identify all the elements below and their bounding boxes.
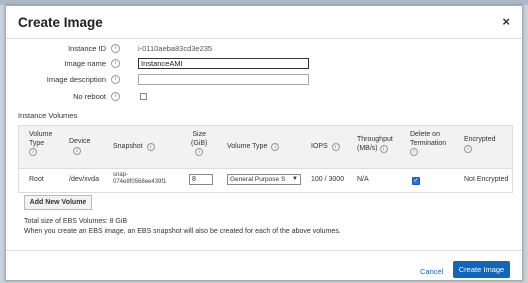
volume-type-select[interactable]: General Purpose S ▼	[227, 174, 301, 185]
cancel-button[interactable]: Cancel	[420, 267, 443, 276]
col-encrypted-label: Encrypted	[464, 136, 496, 143]
image-name-input[interactable]	[138, 58, 309, 69]
chevron-down-icon: ▼	[292, 176, 298, 182]
col-volume-type-line1: Volume	[29, 131, 53, 138]
cell-snapshot: snap- 074e8f0568ee439f1	[113, 172, 166, 186]
col-size: Size (GiB) i	[191, 131, 207, 157]
total-size-note: Total size of EBS Volumes: 8 GiB	[24, 218, 128, 225]
col-iops: IOPS i	[311, 143, 340, 152]
dialog-title: Create Image	[18, 15, 103, 30]
image-description-label: Image description	[46, 75, 106, 84]
add-new-volume-button[interactable]: Add New Volume	[24, 195, 92, 210]
no-reboot-row: No reboot i	[6, 92, 522, 104]
info-icon[interactable]: i	[73, 146, 81, 155]
size-input[interactable]: 8	[189, 174, 213, 185]
footer-divider	[6, 250, 522, 251]
image-name-row: Image name i	[6, 58, 522, 71]
no-reboot-checkbox[interactable]	[140, 93, 147, 100]
info-icon[interactable]: i	[379, 144, 388, 153]
col-size-line2: (GiB)	[191, 139, 208, 147]
cell-snapshot-line2: 074e8f0568ee439f1	[113, 179, 167, 185]
instance-id-value: i-0110aeba83cd3e235	[138, 44, 213, 53]
create-image-button[interactable]: Create Image	[453, 261, 510, 278]
cell-volume-type: Root	[29, 176, 44, 183]
col-delete-line1: Delete on	[410, 131, 440, 138]
col-size-line1: Size	[192, 131, 206, 138]
info-icon[interactable]: i	[111, 59, 120, 68]
image-name-label: Image name	[64, 59, 106, 68]
info-icon[interactable]: i	[146, 143, 155, 151]
info-icon[interactable]: i	[331, 143, 340, 151]
cell-device: /dev/xvda	[69, 176, 99, 183]
col-throughput-line1: Throughput	[357, 136, 393, 143]
col-throughput: Throughput (MB/s) i	[357, 136, 393, 153]
cell-snapshot-line1: snap-	[113, 172, 129, 178]
col-throughput-line2: (MB/s)	[357, 144, 378, 152]
create-image-dialog: Create Image × Instance ID i i-0110aeba8…	[5, 5, 523, 281]
delete-on-termination-checkbox[interactable]: ✓	[412, 177, 420, 185]
col-snapshot-label: Snapshot	[113, 143, 143, 150]
info-icon[interactable]: i	[271, 143, 280, 151]
info-icon[interactable]: i	[111, 75, 120, 84]
col-delete-line2: Termination	[410, 139, 447, 147]
instance-volumes-heading: Instance Volumes	[18, 111, 78, 120]
image-description-row: Image description i	[6, 74, 522, 87]
volume-type-select-value: General Purpose S	[230, 176, 286, 183]
col-device-label: Device	[69, 138, 91, 145]
instance-id-label: Instance ID	[68, 44, 106, 53]
col-delete-on-termination: Delete on Termination i	[410, 131, 446, 157]
col-device: Device i	[69, 138, 90, 155]
col-snapshot: Snapshot i	[113, 143, 155, 152]
col-volume-type-label: Volume Type	[227, 143, 268, 150]
table-header: Volume Type i Device i Snapshot i Size (…	[19, 126, 512, 169]
col-iops-label: IOPS	[311, 143, 328, 150]
info-icon[interactable]: i	[111, 44, 120, 53]
col-volume-type-line2: Type	[29, 139, 45, 147]
info-icon[interactable]: i	[195, 148, 204, 156]
volumes-table: Volume Type i Device i Snapshot i Size (…	[18, 125, 513, 193]
snapshot-note: When you create an EBS image, an EBS sna…	[24, 228, 341, 235]
image-description-input[interactable]	[138, 74, 309, 85]
instance-id-row: Instance ID i i-0110aeba83cd3e235	[6, 44, 522, 56]
info-icon[interactable]: i	[464, 144, 472, 153]
cell-iops: 100 / 3000	[311, 176, 345, 183]
dialog-header: Create Image ×	[6, 6, 522, 39]
cell-encrypted: Not Encrypted	[464, 176, 509, 183]
info-icon[interactable]: i	[111, 92, 120, 101]
col-volume-type-2: Volume Type i	[227, 143, 280, 152]
info-icon[interactable]: i	[410, 148, 418, 156]
col-encrypted: Encrypted i	[464, 136, 496, 153]
info-icon[interactable]: i	[29, 148, 37, 156]
close-button[interactable]: ×	[502, 15, 510, 28]
no-reboot-label: No reboot	[73, 92, 106, 101]
cell-throughput: N/A	[357, 176, 369, 183]
col-volume-type: Volume Type i	[29, 131, 52, 157]
